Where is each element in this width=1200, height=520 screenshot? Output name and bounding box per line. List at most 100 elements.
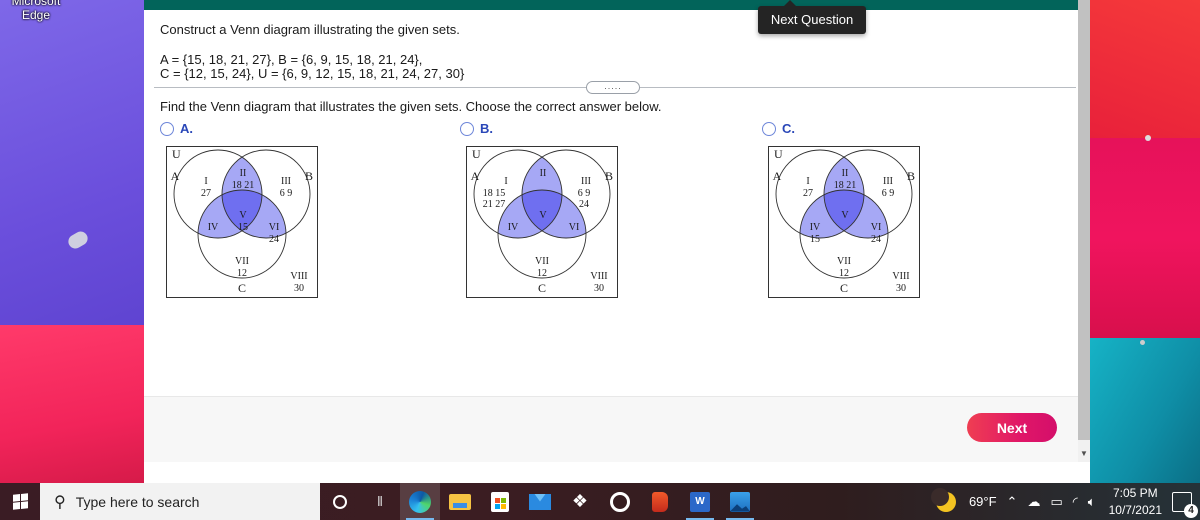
volume-icon[interactable]: 🔈︎ bbox=[1088, 494, 1096, 510]
weather-temperature[interactable]: 69°F bbox=[969, 494, 997, 509]
option-b-label: B. bbox=[480, 121, 493, 136]
region-value-vii: 12 bbox=[537, 268, 547, 279]
region-value-iii: 6 9 bbox=[280, 188, 293, 199]
next-button[interactable]: Next bbox=[967, 413, 1057, 442]
question-sets-line2: C = {12, 15, 24}, U = {6, 9, 12, 15, 18,… bbox=[160, 66, 465, 81]
region-label-i: I bbox=[806, 176, 809, 187]
venn-svg: UA B C I27 II18 21 III6 9 IV15 V VI24 VII12 VIII30 bbox=[768, 146, 920, 298]
taskbar-app-ring[interactable] bbox=[600, 483, 640, 520]
region-value-viii: 30 bbox=[294, 283, 304, 294]
taskbar-mail[interactable] bbox=[520, 483, 560, 520]
scroll-down-arrow-icon[interactable]: ▼ bbox=[1078, 448, 1090, 460]
taskbar-search-box[interactable]: ⚲ Type here to search bbox=[40, 483, 320, 520]
region-value-i: 18 15 bbox=[483, 188, 506, 199]
expand-more-button[interactable]: ..... bbox=[586, 81, 640, 94]
region-value-vii: 12 bbox=[839, 268, 849, 279]
region-label-v: V bbox=[239, 210, 247, 221]
region-label-vii: VII bbox=[535, 256, 549, 267]
taskbar-word[interactable]: W bbox=[680, 483, 720, 520]
start-button[interactable] bbox=[0, 483, 40, 520]
weather-moon-icon[interactable] bbox=[930, 487, 956, 512]
region-label-i: I bbox=[204, 176, 207, 187]
photos-icon bbox=[730, 491, 750, 512]
option-a-label: A. bbox=[180, 121, 193, 136]
clock-time: 7:05 PM bbox=[1112, 485, 1158, 500]
region-label-ii: II bbox=[240, 168, 247, 179]
show-hidden-icons-chevron-icon[interactable]: ⌃ bbox=[1007, 494, 1018, 510]
set-label-u: U bbox=[774, 147, 783, 161]
region-value-vi: 24 bbox=[269, 234, 279, 245]
region-label-iv: IV bbox=[208, 222, 219, 233]
venn-svg: UA B C I27 II18 21 III6 9 IV V15 VI24 VII12 VIII30 bbox=[166, 146, 318, 298]
region-label-iii: III bbox=[281, 176, 291, 187]
set-label-c: C bbox=[238, 281, 246, 295]
option-a-radio[interactable] bbox=[160, 121, 174, 136]
page-scrollbar[interactable] bbox=[1078, 0, 1090, 462]
option-c[interactable]: C. bbox=[762, 121, 795, 136]
venn-diagram-a[interactable]: U A B C I 27 II 18 21 III 6 9 IV V 15 VI 24 VII 12 VIII 30 bbox=[166, 146, 318, 298]
taskbar-office[interactable] bbox=[640, 483, 680, 520]
set-label-b: B bbox=[305, 169, 313, 183]
region-label-viii: VIII bbox=[590, 271, 607, 282]
venn-diagram-c[interactable]: U A B C I 27 II 18 21 III 6 9 IV 15 V VI 24 VII 12 VIII 30 bbox=[768, 146, 920, 298]
region-label-vi: VI bbox=[871, 222, 882, 233]
notification-count-badge: 4 bbox=[1184, 503, 1198, 518]
region-value-i: 27 bbox=[803, 188, 813, 199]
question-sets-line1: A = {15, 18, 21, 27}, B = {6, 9, 15, 18,… bbox=[160, 52, 423, 67]
taskbar-edge[interactable] bbox=[400, 483, 440, 520]
taskbar-file-explorer[interactable] bbox=[440, 483, 480, 520]
wallpaper-umbrella-red-right bbox=[1090, 0, 1200, 140]
search-placeholder: Type here to search bbox=[75, 493, 200, 510]
battery-plug-icon[interactable]: ▭ bbox=[1050, 494, 1062, 510]
folder-icon bbox=[449, 493, 471, 510]
set-label-a: A bbox=[171, 169, 180, 183]
region-label-iii: III bbox=[581, 176, 591, 187]
question-page: Construct a Venn diagram illustrating th… bbox=[144, 0, 1090, 483]
region-label-i: I bbox=[504, 176, 507, 187]
wallpaper-umbrella-red bbox=[0, 325, 160, 485]
region-value-iii: 6 9 bbox=[578, 188, 591, 199]
set-label-c: C bbox=[840, 281, 848, 295]
set-label-a: A bbox=[773, 169, 782, 183]
taskbar-dropbox[interactable]: ❖ bbox=[560, 483, 600, 520]
wallpaper-umbrella-purple bbox=[0, 0, 160, 330]
task-view-button[interactable]: ⫴ bbox=[360, 483, 400, 520]
search-icon: ⚲ bbox=[54, 493, 66, 511]
system-tray: 69°F ⌃ ☁ ▭ ◜ 🔈︎ 7:05 PM 10/7/2021 4 bbox=[930, 483, 1200, 520]
region-label-v: V bbox=[841, 210, 849, 221]
taskbar-store[interactable] bbox=[480, 483, 520, 520]
set-label-b: B bbox=[605, 169, 613, 183]
set-label-b: B bbox=[907, 169, 915, 183]
region-label-vii: VII bbox=[235, 256, 249, 267]
region-value-i: 21 27 bbox=[483, 199, 506, 210]
region-value-iii: 6 9 bbox=[882, 188, 895, 199]
region-value-iii: 24 bbox=[579, 199, 589, 210]
region-label-viii: VIII bbox=[290, 271, 307, 282]
wallpaper-umbrella-teal bbox=[1090, 338, 1200, 483]
region-label-viii: VIII bbox=[892, 271, 909, 282]
umbrella-rib-tip bbox=[1145, 135, 1151, 141]
set-label-u: U bbox=[472, 147, 481, 161]
region-value-iv: 15 bbox=[810, 234, 820, 245]
cortana-button[interactable] bbox=[320, 483, 360, 520]
region-label-iii: III bbox=[883, 176, 893, 187]
option-a[interactable]: A. bbox=[160, 121, 193, 136]
venn-diagram-b[interactable]: U A B C I 18 15 21 27 II III 6 9 24 IV V VI VII 12 VIII 3… bbox=[466, 146, 618, 298]
region-value-vii: 12 bbox=[237, 268, 247, 279]
option-c-radio[interactable] bbox=[762, 121, 776, 136]
desktop-icon-edge[interactable]: Microsoft Edge bbox=[8, 0, 64, 22]
option-b-radio[interactable] bbox=[460, 121, 474, 136]
cortana-circle-icon bbox=[333, 494, 347, 509]
notification-center-icon[interactable]: 4 bbox=[1172, 491, 1198, 518]
cloud-offline-icon[interactable]: ☁ bbox=[1027, 494, 1040, 510]
taskbar-photos[interactable] bbox=[720, 483, 760, 520]
desktop-icon-label-line2: Edge bbox=[21, 8, 51, 22]
region-label-vi: VI bbox=[269, 222, 280, 233]
wifi-icon[interactable]: ◜ bbox=[1073, 494, 1078, 510]
office-icon bbox=[652, 491, 668, 512]
clock[interactable]: 7:05 PM 10/7/2021 bbox=[1109, 485, 1162, 519]
region-value-ii: 18 21 bbox=[834, 180, 857, 191]
option-c-label: C. bbox=[782, 121, 795, 136]
region-value-v: 15 bbox=[238, 222, 248, 233]
option-b[interactable]: B. bbox=[460, 121, 493, 136]
